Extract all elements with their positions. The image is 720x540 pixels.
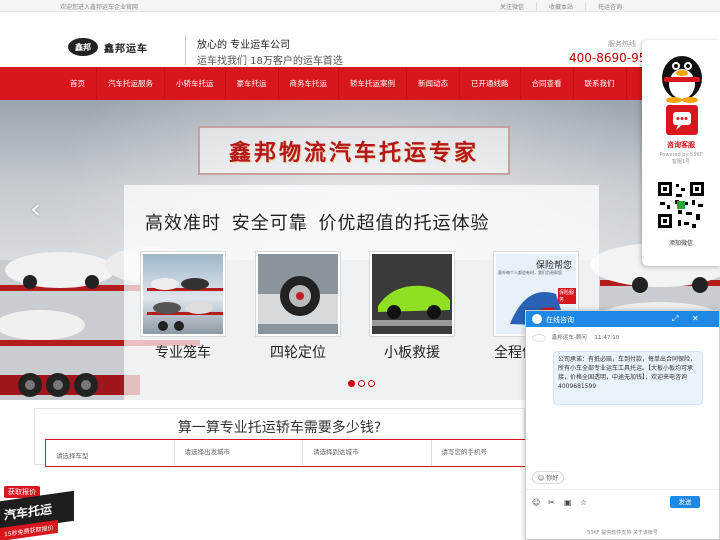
feature-label-cage-truck: 专业笼车 — [155, 345, 211, 361]
hotline-label: 服务热线 — [608, 40, 636, 48]
banner-title: 鑫邦物流汽车托运专家 — [228, 140, 479, 166]
top-links: 关注微信 收藏本站 托运咨询 — [488, 2, 634, 11]
chat-window: 在线咨询 ⤢ ✕ 鑫邦运车-顾问 11:47:10 公司承诺：有抵必赔，车到付款… — [525, 310, 720, 540]
close-icon[interactable]: ✕ — [692, 314, 699, 323]
side-contact-panel: 咨询客服 Powered by 53KF 客服1号 添加微信 — [642, 40, 720, 266]
consult-link[interactable]: 托运咨询 — [584, 2, 634, 11]
powered-by-text: Powered by 53KF 客服1号 — [642, 152, 720, 166]
banner-dot-1[interactable] — [348, 380, 355, 387]
wechat-qr-code — [656, 180, 706, 230]
top-bar: 欢迎您进入鑫邦运车企业官网 关注微信 收藏本站 托运咨询 — [0, 0, 720, 12]
origin-city-select[interactable]: 请选择出发城市 — [175, 440, 303, 466]
powered-line-1: Powered by 53KF — [659, 152, 703, 158]
qq-penguin-icon[interactable] — [652, 44, 712, 104]
powered-line-2: 客服1号 — [671, 159, 691, 165]
chat-service-icon[interactable] — [666, 105, 698, 135]
qr-label: 添加微信 — [668, 240, 693, 247]
promo-badge[interactable]: 获取报价 汽车托运 15秒免费获取报价 — [0, 486, 76, 540]
banner-prev-arrow[interactable]: ‹ — [30, 192, 41, 225]
logo[interactable]: 鑫邦 鑫邦运车 — [68, 38, 148, 56]
nav-item-car-shipping[interactable]: 汽车托运服务 — [97, 67, 165, 100]
quick-reply-label: 你好 — [546, 475, 559, 482]
folder-icon[interactable]: ▣ — [564, 498, 572, 507]
banner-tagline: 高效准时 安全可靠 价优超值的托运体验 — [145, 213, 490, 234]
chat-header: 在线咨询 ⤢ ✕ — [526, 311, 719, 327]
calculator-title: 算一算专业托运轿车需要多少钱? — [177, 420, 382, 436]
calculator-fields: 请选择车型 请选择出发城市 请选择到达城市 请写您的手机号 — [45, 439, 560, 467]
follow-wechat-link[interactable]: 关注微信 — [488, 2, 536, 11]
destination-city-select[interactable]: 请选择到达城市 — [303, 440, 432, 466]
banner-title-box: 鑫邦物流汽车托运专家 — [198, 126, 510, 175]
logo-mark: 鑫邦 — [68, 38, 98, 56]
slogan-sub: 运车找我们 18万客户的运车首选 — [197, 56, 343, 67]
header: 鑫邦 鑫邦运车 放心的 专业运车公司 运车找我们 18万客户的运车首选 服务热线… — [0, 12, 720, 67]
banner-dot-2[interactable] — [358, 380, 365, 387]
quick-reply[interactable]: ☺ 你好 — [532, 471, 565, 484]
nav-item-cases[interactable]: 轿车托运案例 — [339, 67, 407, 100]
chat-logo-icon — [532, 314, 542, 324]
banner-dot-3[interactable] — [368, 380, 375, 387]
star-icon[interactable]: ☆ — [580, 498, 587, 507]
smile-icon: ☺ — [538, 475, 545, 482]
maximize-icon[interactable]: ⤢ — [672, 314, 678, 324]
nav-item-home[interactable]: 首页 — [59, 67, 97, 100]
nav-item-business[interactable]: 商务车托运 — [279, 67, 339, 100]
feature-image-wheel-alignment — [256, 252, 340, 336]
emoji-icon[interactable]: ☺ — [532, 498, 540, 507]
bookmark-link[interactable]: 收藏本站 — [535, 2, 585, 11]
feature-label-flatbed: 小板救援 — [384, 345, 440, 361]
message-bubble: 公司承诺：有抵必赔，车到付款，每单出合同保险，所有小车全部专业运车工具托运。【大… — [553, 351, 703, 405]
feature-label-wheel-alignment: 四轮定位 — [270, 345, 326, 361]
nav-item-sedan[interactable]: 小轿车托运 — [165, 67, 226, 100]
main-nav: 首页 汽车托运服务 小轿车托运 豪车托运 商务车托运 轿车托运案例 新闻动态 已… — [0, 67, 720, 100]
page: 欢迎您进入鑫邦运车企业官网 关注微信 收藏本站 托运咨询 鑫邦 鑫邦运车 放心的… — [0, 0, 720, 540]
car-type-select[interactable]: 请选择车型 — [46, 440, 175, 466]
nav-item-contract[interactable]: 合同查看 — [521, 67, 574, 100]
welcome-text: 欢迎您进入鑫邦运车企业官网 — [60, 4, 139, 11]
nav-item-contact[interactable]: 联系我们 — [574, 67, 627, 100]
chat-footer: 53KF 提供软件支持 关于该帐号 — [587, 530, 658, 536]
send-button[interactable]: 发送 — [670, 496, 700, 508]
message-time: 11:47:10 — [594, 335, 620, 341]
price-calculator: 算一算专业托运轿车需要多少钱? 请选择车型 请选择出发城市 请选择到达城市 请写… — [34, 408, 560, 467]
logo-name: 鑫邦运车 — [104, 43, 148, 55]
nav-item-luxury[interactable]: 豪车托运 — [226, 67, 279, 100]
scissors-icon[interactable]: ✂ — [548, 498, 555, 507]
feature-image-flatbed — [370, 252, 454, 336]
slogan-main: 放心的 专业运车公司 — [197, 40, 291, 51]
header-divider — [185, 35, 186, 65]
message-meta: 鑫邦运车-顾问 11:47:10 — [532, 333, 619, 342]
banner-dots — [348, 380, 378, 387]
feature-image-cage-truck — [141, 252, 225, 336]
nav-item-routes[interactable]: 已开通线路 — [460, 67, 521, 100]
chat-title: 在线咨询 — [546, 316, 574, 324]
message-sender: 鑫邦运车-顾问 — [551, 335, 587, 341]
chat-service-label[interactable]: 咨询客服 — [642, 140, 720, 150]
agent-avatar — [532, 333, 546, 342]
nav-item-news[interactable]: 新闻动态 — [407, 67, 460, 100]
